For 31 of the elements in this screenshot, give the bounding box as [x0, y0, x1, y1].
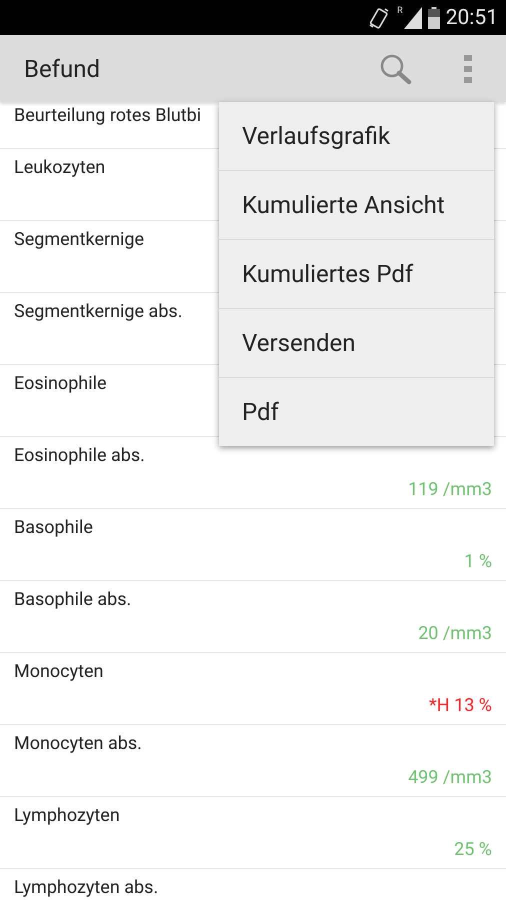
test-name: Basophile	[14, 517, 93, 538]
test-name: Eosinophile	[14, 373, 107, 394]
signal-icon	[404, 6, 422, 28]
menu-item[interactable]: Kumulierte Ansicht	[219, 171, 494, 240]
test-name: Monocyten	[14, 661, 104, 682]
clock: 20:51	[446, 6, 498, 30]
test-name: Segmentkernige abs.	[14, 301, 182, 322]
vibrate-icon	[369, 6, 392, 30]
test-name: Basophile abs.	[14, 589, 132, 610]
test-name: Monocyten abs.	[14, 733, 142, 754]
test-value: 25 %	[454, 839, 492, 860]
menu-item[interactable]: Pdf	[219, 378, 494, 446]
roaming-indicator: R	[397, 6, 403, 16]
menu-item[interactable]: Verlaufsgrafik	[219, 102, 494, 171]
test-value: 1 %	[464, 551, 492, 572]
test-value: 499 /mm3	[408, 767, 492, 788]
test-name: Lymphozyten abs.	[14, 877, 158, 898]
screen-title: Befund	[24, 54, 102, 82]
menu-icon[interactable]	[463, 54, 473, 84]
test-name: Lymphozyten	[14, 805, 120, 826]
test-name: Segmentkernige	[14, 229, 144, 250]
test-value: 119 /mm3	[408, 479, 492, 500]
test-value: *H 13 %	[429, 695, 492, 716]
menu-item[interactable]: Versenden	[219, 309, 494, 378]
test-name: Beurteilung rotes Blutbi	[14, 105, 202, 126]
menu-item[interactable]: Kumuliertes Pdf	[219, 240, 494, 309]
test-name: Leukozyten	[14, 157, 106, 178]
search-icon[interactable]	[379, 52, 413, 84]
test-name: Eosinophile abs.	[14, 445, 145, 466]
battery-icon	[428, 6, 440, 28]
test-value: 20 /mm3	[418, 623, 492, 644]
